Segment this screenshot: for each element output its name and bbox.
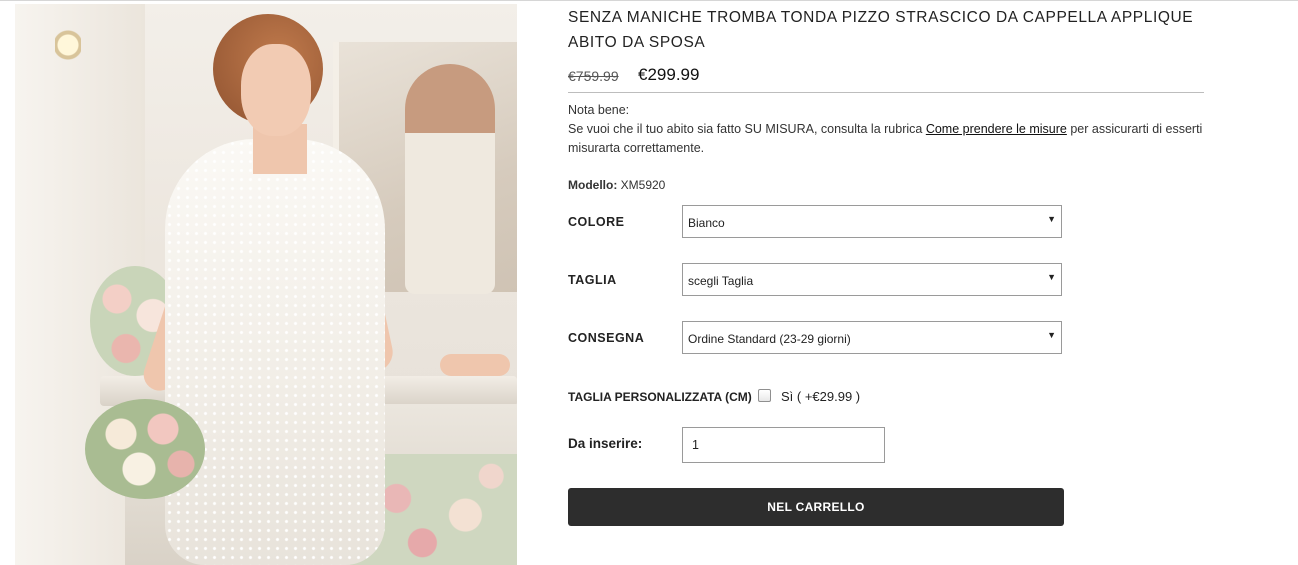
note-heading: Nota bene:: [568, 103, 630, 117]
custom-size-option: Sì ( +€29.99 ): [781, 389, 861, 404]
chevron-down-icon: ▼: [1047, 214, 1056, 224]
chevron-down-icon: ▼: [1047, 272, 1056, 282]
price-row: €759.99 €299.99: [568, 64, 1204, 93]
model-label: Modello:: [568, 178, 618, 192]
product-title: SENZA MANICHE TROMBA TONDA PIZZO STRASCI…: [568, 9, 1194, 51]
old-price: €759.99: [568, 68, 619, 84]
photo-bride-right-hand: [440, 354, 510, 376]
note-body: Se vuoi che il tuo abito sia fatto SU MI…: [568, 120, 1208, 158]
custom-size-label: TAGLIA PERSONALIZZATA (CM): [568, 390, 752, 404]
model-code: Modello: XM5920: [568, 178, 665, 192]
top-divider: [0, 0, 1298, 1]
delivery-select-value: Ordine Standard (23-29 giorni): [688, 332, 851, 346]
sizing-note: Nota bene: Se vuoi che il tuo abito sia …: [568, 101, 1208, 158]
size-label: TAGLIA: [568, 273, 617, 287]
note-text-before: Se vuoi che il tuo abito sia fatto SU MI…: [568, 122, 926, 136]
delivery-select[interactable]: Ordine Standard (23-29 giorni) ▼: [682, 321, 1062, 354]
product-image[interactable]: [15, 4, 517, 565]
sale-price: €299.99: [638, 65, 700, 84]
measure-guide-link[interactable]: Come prendere le misure: [926, 122, 1067, 136]
photo-wall-sconce: [55, 24, 81, 94]
chevron-down-icon: ▼: [1047, 330, 1056, 340]
add-to-cart-button[interactable]: NEL CARRELLO: [568, 488, 1064, 526]
color-select[interactable]: Bianco ▼: [682, 205, 1062, 238]
model-value: XM5920: [617, 178, 666, 192]
custom-size-checkbox[interactable]: [758, 389, 771, 402]
color-label: COLORE: [568, 215, 625, 229]
quantity-input[interactable]: 1: [682, 427, 885, 463]
photo-mirror-reflection: [405, 64, 495, 294]
delivery-label: CONSEGNA: [568, 331, 645, 345]
color-select-value: Bianco: [688, 216, 725, 230]
photo-bride-face: [241, 44, 311, 136]
size-select-value: scegli Taglia: [688, 274, 754, 288]
quantity-label: Da inserire:: [568, 436, 643, 451]
photo-bride-dress: [165, 139, 385, 565]
photo-bouquet: [85, 399, 205, 499]
size-select[interactable]: scegli Taglia ▼: [682, 263, 1062, 296]
quantity-value: 1: [692, 438, 699, 452]
